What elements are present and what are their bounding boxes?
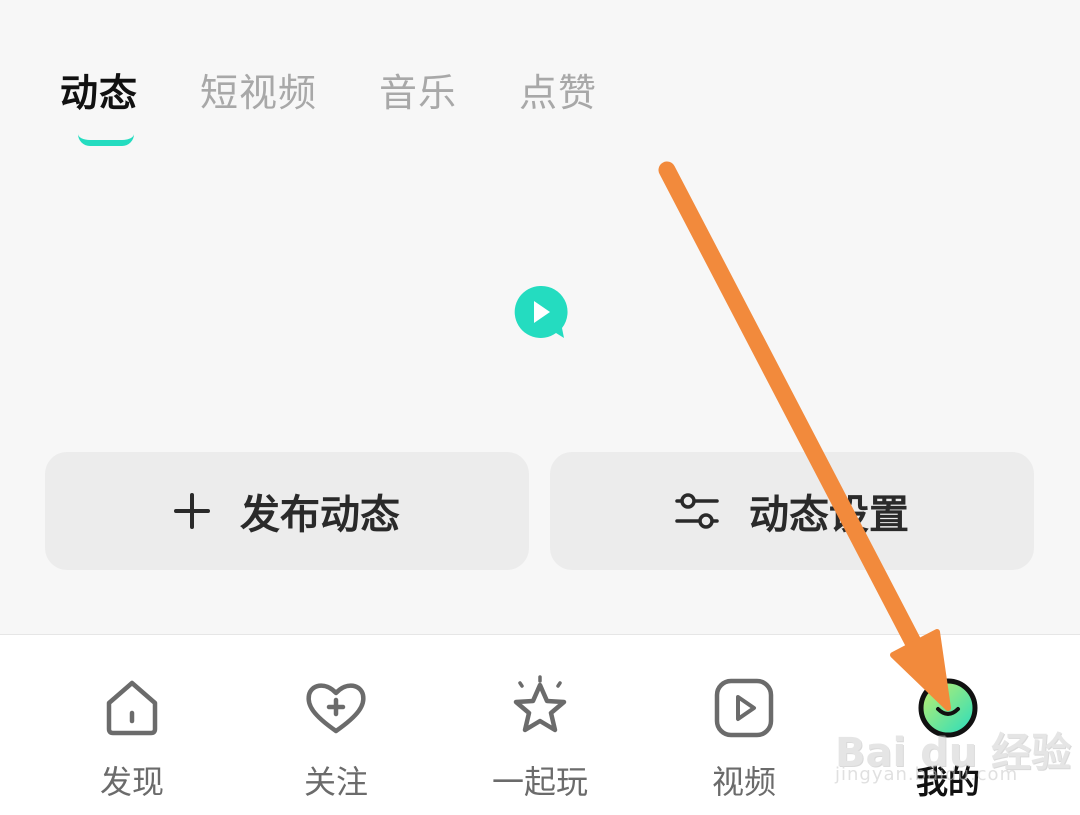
tab-music[interactable]: 音乐 xyxy=(379,62,457,117)
home-icon xyxy=(106,680,158,736)
tab-label: 点赞 xyxy=(519,71,598,115)
star-icon xyxy=(513,675,567,733)
nav-video[interactable]: 视频 xyxy=(664,675,824,803)
active-tab-indicator xyxy=(78,134,134,146)
tab-likes[interactable]: 点赞 xyxy=(519,62,597,117)
sliders-icon xyxy=(675,491,719,531)
nav-label: 视频 xyxy=(711,763,776,801)
settings-label: 动态设置 xyxy=(749,492,909,538)
nav-play-together[interactable]: 一起玩 xyxy=(460,675,620,803)
heart-plus-icon xyxy=(306,683,366,734)
watermark: Bai du 经验 jingyan.baidu.com xyxy=(835,720,1071,790)
nav-follow[interactable]: 关注 xyxy=(256,675,416,803)
tab-label: 短视频 xyxy=(200,71,318,115)
tab-short-video[interactable]: 短视频 xyxy=(200,62,317,117)
tab-dynamic[interactable]: 动态 xyxy=(60,62,139,146)
watermark-url: jingyan.baidu.com xyxy=(835,764,1019,785)
publish-dynamic-button[interactable]: 发布动态 xyxy=(45,452,529,570)
dynamic-settings-button[interactable]: 动态设置 xyxy=(550,452,1034,570)
nav-label: 关注 xyxy=(303,763,368,801)
video-play-icon xyxy=(714,678,774,738)
nav-discover[interactable]: 发现 xyxy=(52,675,212,803)
nav-label: 一起玩 xyxy=(491,763,588,801)
play-bubble-icon xyxy=(514,285,568,338)
tab-label: 音乐 xyxy=(379,71,458,115)
screen: 动态 短视频 音乐 点赞 发布动态 动态设置 发现 关注 一起玩 视频 我的 B… xyxy=(0,0,1080,815)
tab-bar: 动态 短视频 音乐 点赞 xyxy=(60,62,659,146)
nav-label: 发现 xyxy=(99,763,164,801)
tab-label: 动态 xyxy=(60,71,139,115)
plus-icon xyxy=(174,493,210,529)
publish-label: 发布动态 xyxy=(240,492,400,538)
